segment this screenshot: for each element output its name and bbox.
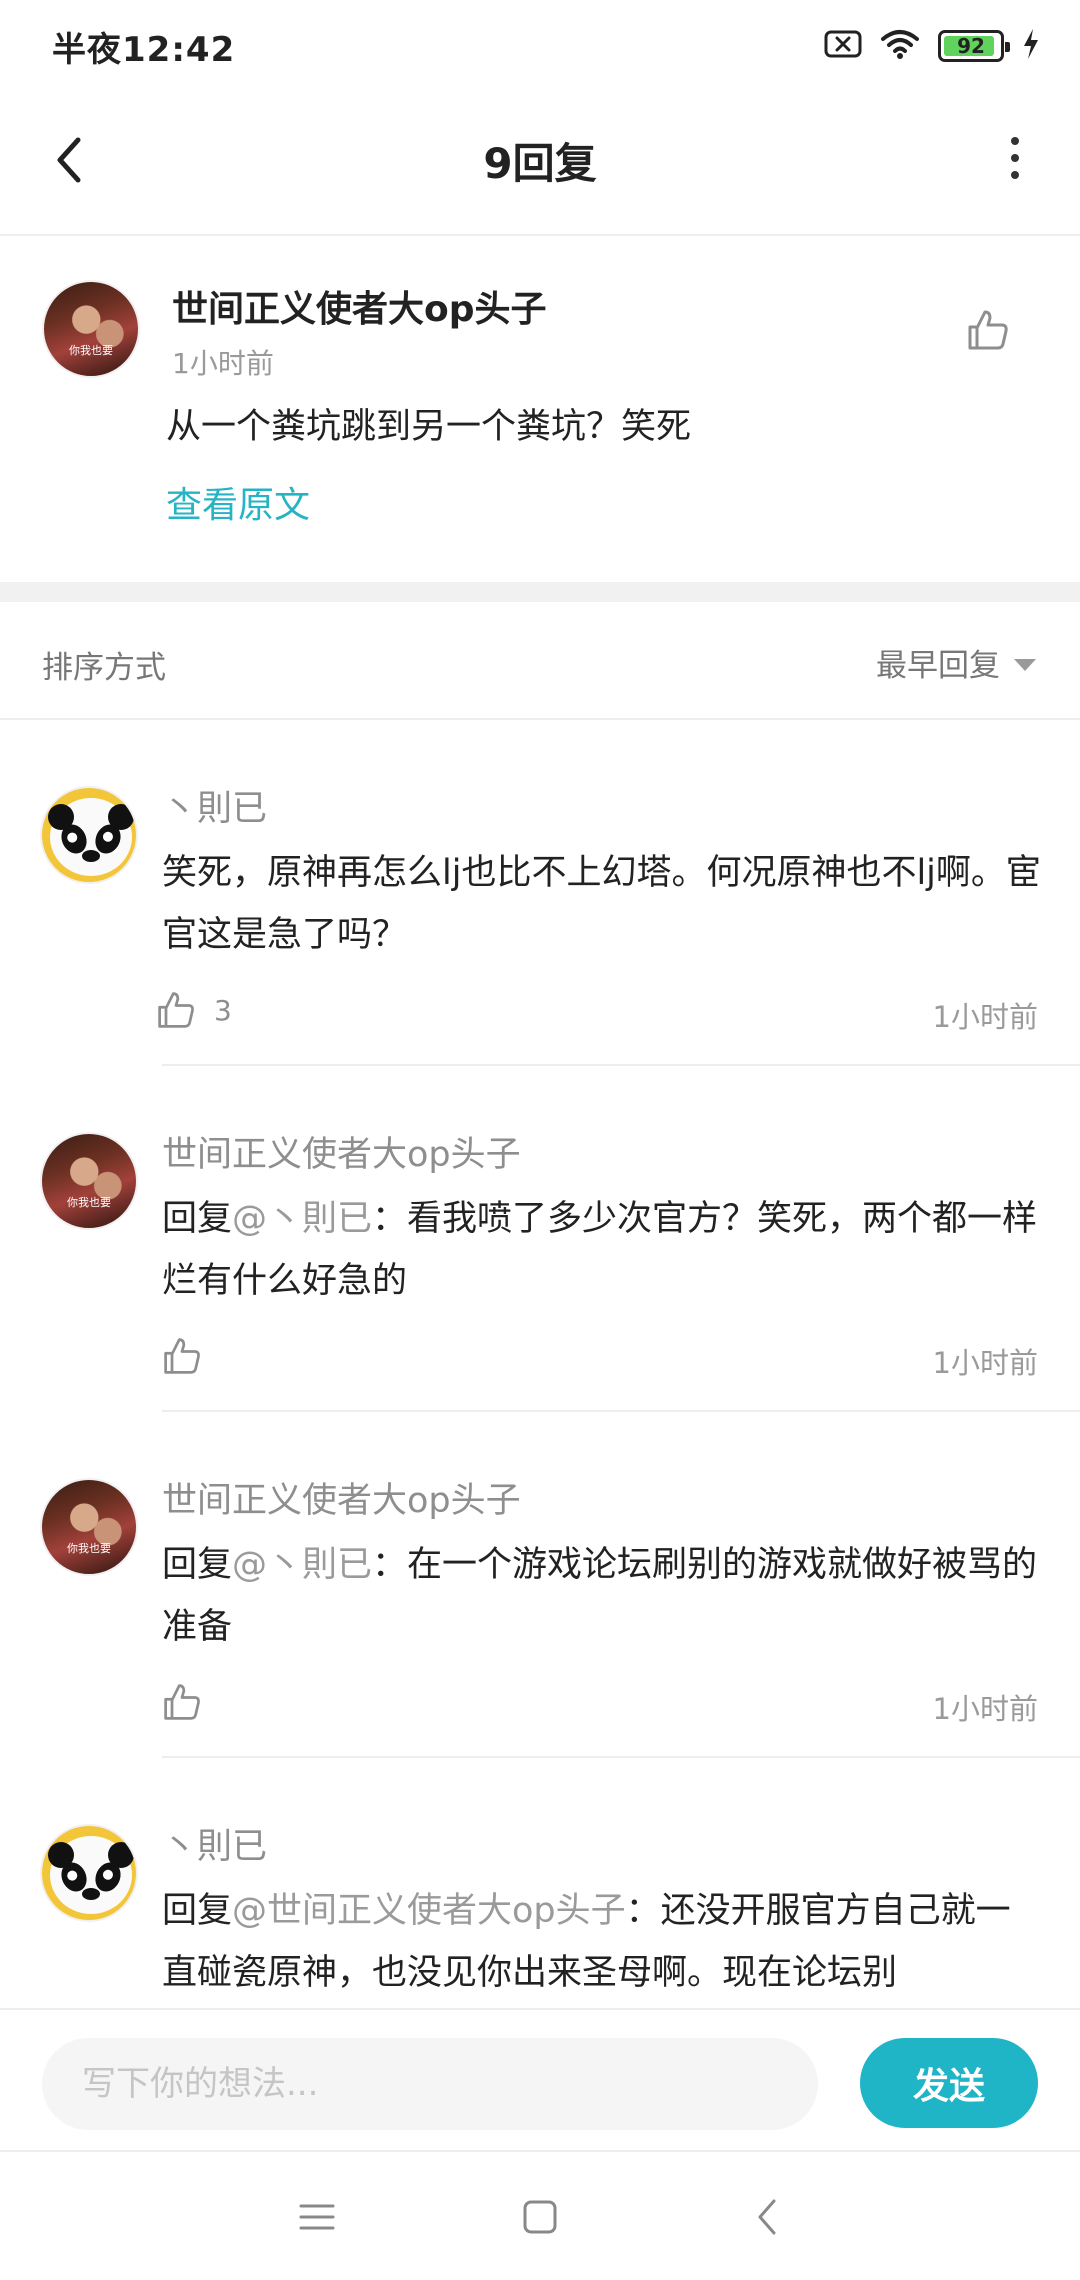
status-bar: 半夜12:42 92 xyxy=(0,0,1080,90)
reply-prefix: 回复 xyxy=(162,1891,233,1931)
avatar-caption: 你我也要 xyxy=(67,1542,111,1555)
sort-dropdown[interactable]: 最早回复 xyxy=(876,640,1036,685)
like-button[interactable]: 3 xyxy=(156,990,232,1030)
dropdown-triangle-icon xyxy=(1014,658,1036,671)
menu-nav-button[interactable] xyxy=(282,2182,352,2252)
section-divider xyxy=(0,582,1080,602)
view-original-link[interactable]: 查看原文 xyxy=(166,476,310,528)
thumbs-up-icon xyxy=(158,992,194,1028)
reply-author[interactable]: 世间正义使者大op头子 xyxy=(162,1472,521,1523)
reply-time: 1小时前 xyxy=(932,1692,1038,1726)
like-button[interactable] xyxy=(966,308,1010,352)
sort-bar: 排序方式 最早回复 xyxy=(0,602,1080,720)
page-title: 9回复 xyxy=(483,139,597,188)
reply-time: 1小时前 xyxy=(932,1346,1038,1380)
send-button[interactable]: 发送 xyxy=(860,2038,1038,2128)
more-dot xyxy=(1011,171,1019,179)
menu-icon xyxy=(299,2204,335,2230)
thumbs-up-icon xyxy=(164,1338,200,1374)
avatar[interactable]: 你我也要 xyxy=(40,1478,138,1576)
status-time: 半夜12:42 xyxy=(52,30,236,70)
sim-off-icon xyxy=(824,29,862,63)
more-vertical-icon xyxy=(1011,137,1019,145)
avatar-caption: 你我也要 xyxy=(69,344,113,357)
panda-nose xyxy=(82,850,100,862)
sort-label: 排序方式 xyxy=(42,650,166,686)
avatar[interactable] xyxy=(40,786,138,884)
charging-icon xyxy=(1022,28,1040,64)
reply-text: 回复@丶則已：看我喷了多少次官方？笑死，两个都一样烂有什么好急的 xyxy=(162,1188,1042,1312)
wifi-icon xyxy=(880,28,920,64)
avatar[interactable] xyxy=(40,1824,138,1922)
battery-cap xyxy=(1005,42,1010,52)
panda-pupil xyxy=(65,1868,79,1883)
comment-input[interactable] xyxy=(42,2038,818,2130)
back-icon xyxy=(758,2199,776,2235)
like-button[interactable] xyxy=(162,1336,202,1376)
avatar[interactable]: 你我也要 xyxy=(42,280,140,378)
thumbs-up-icon xyxy=(164,1684,200,1720)
app-header: 9回复 xyxy=(0,90,1080,236)
status-icons: 92 xyxy=(824,26,1040,66)
reply-text: 笑死，原神再怎么lj也比不上幻塔。何况原神也不lj啊。宦官这是急了吗？ xyxy=(162,853,1041,955)
avatar-caption: 你我也要 xyxy=(67,1196,111,1209)
reply-author[interactable]: 丶則已 xyxy=(162,780,267,831)
avatar[interactable]: 你我也要 xyxy=(40,1132,138,1230)
comment-input-bar: 发送 xyxy=(0,2008,1080,2148)
panda-pupil xyxy=(101,830,115,844)
battery-level: 92 xyxy=(957,34,985,58)
panda-pupil xyxy=(101,1868,115,1882)
mention-link[interactable]: @丶則已 xyxy=(232,1199,372,1239)
reply-text: 回复@世间正义使者大op头子：还没开服官方自己就一直碰瓷原神，也没见你出来圣母啊… xyxy=(162,1880,1042,2004)
home-nav-button[interactable] xyxy=(505,2182,575,2252)
more-button[interactable] xyxy=(1000,128,1030,188)
thumbs-up-icon xyxy=(968,310,1008,350)
reply-author[interactable]: 世间正义使者大op头子 xyxy=(162,1126,521,1177)
like-count: 3 xyxy=(214,993,232,1027)
mention-link[interactable]: @世间正义使者大op头子 xyxy=(232,1891,626,1931)
reply-item: 你我也要 世间正义使者大op头子 回复@丶則已：在一个游戏论坛刷别的游戏就做好被… xyxy=(0,1412,1080,1758)
reply-author[interactable]: 丶則已 xyxy=(162,1818,267,1869)
reply-time: 1小时前 xyxy=(932,1000,1038,1034)
panda-face xyxy=(48,798,134,876)
panda-face xyxy=(48,1836,134,1914)
panda-pupil xyxy=(65,830,79,845)
mention-link[interactable]: @丶則已 xyxy=(232,1545,372,1585)
panda-nose xyxy=(82,1888,100,1900)
reply-item: 丶則已 回复@世间正义使者大op头子：还没开服官方自己就一直碰瓷原神，也没见你出… xyxy=(0,1758,1080,2008)
post-time: 1小时前 xyxy=(172,347,274,380)
sort-selected: 最早回复 xyxy=(876,648,1000,684)
reply-item: 你我也要 世间正义使者大op头子 回复@丶則已：看我喷了多少次官方？笑死，两个都… xyxy=(0,1066,1080,1412)
original-comment: 你我也要 世间正义使者大op头子 1小时前 从一个粪坑跳到另一个粪坑？笑死 查看… xyxy=(0,236,1080,582)
reply-item: 丶則已 笑死，原神再怎么lj也比不上幻塔。何况原神也不lj啊。宦官这是急了吗？ … xyxy=(0,720,1080,1066)
reply-prefix: 回复 xyxy=(162,1199,233,1239)
author-name[interactable]: 世间正义使者大op头子 xyxy=(172,280,547,332)
more-dot xyxy=(1011,154,1019,162)
back-nav-button[interactable] xyxy=(732,2182,802,2252)
system-nav-bar xyxy=(0,2150,1080,2280)
like-button[interactable] xyxy=(162,1682,202,1722)
reply-text: 回复@丶則已：在一个游戏论坛刷别的游戏就做好被骂的准备 xyxy=(162,1534,1042,1658)
battery-icon: 92 xyxy=(938,30,1010,62)
comment-text: 从一个粪坑跳到另一个粪坑？笑死 xyxy=(166,407,692,447)
home-icon xyxy=(523,2200,557,2234)
reply-prefix: 回复 xyxy=(162,1545,233,1585)
